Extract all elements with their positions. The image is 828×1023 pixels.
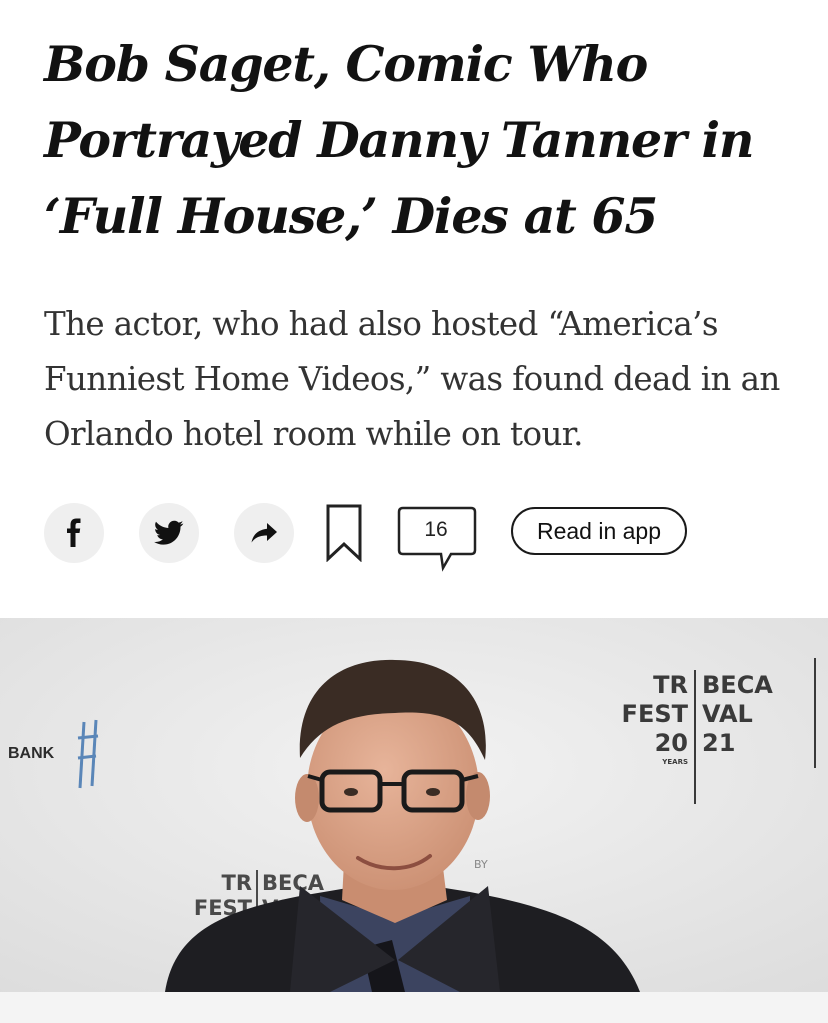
svg-text:21: 21 bbox=[702, 729, 735, 757]
article-headline: Bob Saget, Comic Who Portrayed Danny Tan… bbox=[44, 35, 754, 245]
facebook-share-button[interactable] bbox=[44, 503, 104, 563]
svg-text:BECA: BECA bbox=[702, 671, 773, 699]
svg-text:FEST: FEST bbox=[622, 700, 689, 728]
article-photo: BANK TR BECA FEST VAL 20 21 YEARS TR BEC… bbox=[0, 618, 828, 992]
bottom-strip bbox=[0, 992, 828, 1023]
photo-illustration: BANK TR BECA FEST VAL 20 21 YEARS TR BEC… bbox=[0, 618, 828, 992]
article-summary: The actor, who had also hosted “America’… bbox=[44, 305, 780, 453]
comment-count: 16 bbox=[424, 518, 448, 541]
svg-text:TR: TR bbox=[222, 871, 253, 895]
read-in-app-button[interactable]: Read in app bbox=[511, 507, 687, 555]
bookmark-icon[interactable] bbox=[326, 504, 362, 562]
svg-text:20: 20 bbox=[655, 729, 688, 757]
svg-text:BECA: BECA bbox=[262, 871, 325, 895]
share-button[interactable] bbox=[234, 503, 294, 563]
facebook-icon bbox=[67, 518, 81, 547]
svg-text:YEARS: YEARS bbox=[661, 758, 688, 766]
backdrop-small-text: BY bbox=[474, 858, 488, 871]
twitter-icon bbox=[154, 520, 184, 545]
backdrop-bank-text: BANK bbox=[8, 745, 55, 762]
comments-button[interactable]: 16 bbox=[397, 506, 479, 572]
twitter-share-button[interactable] bbox=[139, 503, 199, 563]
svg-text:VAL: VAL bbox=[702, 700, 753, 728]
svg-text:TR: TR bbox=[653, 671, 688, 699]
share-arrow-icon bbox=[251, 523, 277, 543]
